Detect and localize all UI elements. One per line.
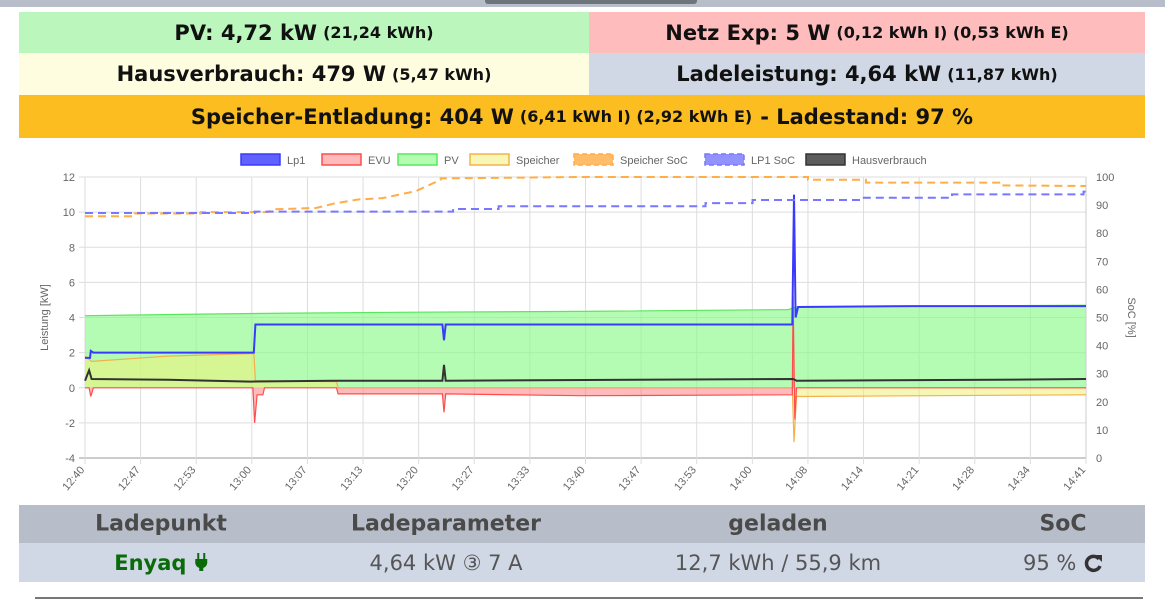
x-tick-label: 12:53 bbox=[172, 464, 199, 493]
battery-value: Speicher-Entladung: 404 W bbox=[190, 104, 514, 129]
x-tick-label: 13:40 bbox=[561, 464, 588, 493]
y2-tick-label: 80 bbox=[1096, 228, 1108, 240]
y2-tick-label: 90 bbox=[1096, 200, 1108, 212]
legend-label: EVU bbox=[368, 155, 391, 167]
collapse-handle[interactable] bbox=[485, 0, 697, 4]
header-soc: SoC bbox=[1039, 511, 1087, 537]
y-axis-label: Leistung [kW] bbox=[39, 284, 51, 351]
x-tick-label: 13:07 bbox=[283, 464, 310, 493]
charge-parameters: 4,64 kW ③ 7 A bbox=[369, 550, 523, 575]
legend-swatch-lp1 bbox=[240, 153, 281, 166]
charge-value: Ladeleistung: 4,64 kW bbox=[676, 62, 942, 86]
y-tick-label: 8 bbox=[69, 242, 75, 254]
legend-swatch-pv bbox=[397, 153, 438, 166]
header-ladeparameter: Ladeparameter bbox=[351, 511, 541, 537]
y2-tick-label: 40 bbox=[1096, 341, 1108, 353]
charge-point-name[interactable]: Enyaq bbox=[114, 551, 208, 575]
x-tick-label: 14:28 bbox=[950, 464, 977, 493]
legend-label: Speicher bbox=[516, 155, 560, 167]
legend-label: PV bbox=[444, 155, 459, 167]
legend-label: LP1 SoC bbox=[751, 155, 795, 167]
grid-energy: (0,12 kWh I) (0,53 kWh E) bbox=[836, 23, 1069, 42]
y2-tick-label: 70 bbox=[1096, 256, 1108, 268]
house-summary: Hausverbrauch: 479 W (5,47 kWh) bbox=[19, 53, 589, 95]
y-tick-label: -4 bbox=[65, 453, 75, 465]
charge-point-label: Enyaq bbox=[114, 550, 187, 575]
x-tick-label: 14:08 bbox=[783, 464, 810, 493]
plug-icon bbox=[194, 552, 207, 571]
pv-value: PV: 4,72 kW bbox=[174, 20, 318, 45]
pv-summary: PV: 4,72 kW (21,24 kWh) bbox=[19, 12, 589, 53]
legend-swatch-speicher-soc bbox=[573, 153, 614, 166]
header-geladen: geladen bbox=[728, 511, 828, 537]
x-tick-label: 14:34 bbox=[1006, 464, 1033, 493]
divider bbox=[35, 597, 1143, 599]
x-tick-label: 13:53 bbox=[672, 464, 699, 493]
x-tick-label: 12:40 bbox=[60, 464, 87, 493]
legend-swatch-hausverbrauch bbox=[805, 153, 846, 166]
charge-summary: Ladeleistung: 4,64 kW (11,87 kWh) bbox=[589, 53, 1145, 95]
pv-energy: (21,24 kWh) bbox=[323, 23, 434, 42]
y-tick-label: 12 bbox=[63, 172, 75, 184]
charge-energy: (11,87 kWh) bbox=[947, 64, 1058, 84]
y2-tick-label: 50 bbox=[1096, 313, 1108, 325]
table-row: Enyaq 4,64 kW ③ 7 A 12,7 kWh / 55,9 km 9… bbox=[19, 543, 1145, 582]
legend-swatch-lp1-soc bbox=[704, 153, 745, 166]
header-ladepunkt: Ladepunkt bbox=[95, 511, 227, 537]
y-tick-label: 4 bbox=[69, 313, 75, 325]
house-value: Hausverbrauch: 479 W bbox=[116, 62, 387, 86]
grid-value: Netz Exp: 5 W bbox=[665, 20, 831, 45]
y2-axis-label: SoC [%] bbox=[1125, 297, 1137, 337]
charged-energy: 12,7 kWh / 55,9 km bbox=[674, 550, 882, 575]
vehicle-soc: 95 % bbox=[1023, 551, 1103, 575]
x-tick-label: 13:33 bbox=[505, 464, 532, 493]
x-tick-label: 14:00 bbox=[728, 464, 755, 493]
x-tick-label: 13:13 bbox=[338, 464, 365, 493]
grid-summary: Netz Exp: 5 W (0,12 kWh I) (0,53 kWh E) bbox=[589, 12, 1145, 53]
legend-label: Lp1 bbox=[287, 155, 305, 167]
house-energy: (5,47 kWh) bbox=[392, 64, 492, 84]
soc-value: 95 % bbox=[1022, 550, 1077, 575]
legend-swatch-speicher bbox=[469, 153, 510, 166]
y-tick-label: 2 bbox=[69, 348, 75, 360]
battery-soc: - Ladestand: 97 % bbox=[760, 104, 974, 129]
power-chart: -4 -2 0 2 4 6 8 10 12 0 10 20 30 40 50 60 70 80 90 100 12:40… bbox=[39, 153, 1137, 493]
battery-summary: Speicher-Entladung: 404 W (6,41 kWh I) (2… bbox=[19, 95, 1145, 138]
y2-tick-label: 10 bbox=[1096, 425, 1108, 437]
table-header: Ladepunkt Ladeparameter geladen SoC bbox=[19, 505, 1145, 543]
y-tick-label: -2 bbox=[65, 418, 75, 430]
y2-tick-label: 20 bbox=[1096, 397, 1108, 409]
y2-tick-label: 60 bbox=[1096, 284, 1108, 296]
battery-energy: (6,41 kWh I) (2,92 kWh E) bbox=[519, 107, 753, 126]
x-tick-label: 12:47 bbox=[116, 464, 143, 493]
x-tick-label: 14:41 bbox=[1061, 464, 1088, 493]
y2-tick-label: 0 bbox=[1096, 453, 1102, 465]
y-tick-label: 0 bbox=[69, 383, 75, 395]
legend-label: Hausverbrauch bbox=[852, 155, 927, 167]
y2-tick-label: 30 bbox=[1096, 369, 1108, 381]
x-tick-label: 13:27 bbox=[450, 464, 477, 493]
x-tick-label: 13:47 bbox=[617, 464, 644, 493]
refresh-icon[interactable] bbox=[1083, 553, 1103, 573]
x-tick-label: 13:00 bbox=[227, 464, 254, 493]
legend-swatch-evu bbox=[321, 153, 362, 166]
y-tick-label: 6 bbox=[69, 277, 75, 289]
legend-label: Speicher SoC bbox=[620, 155, 688, 167]
y-tick-label: 10 bbox=[63, 207, 75, 219]
x-tick-label: 14:14 bbox=[839, 464, 866, 493]
y2-tick-label: 100 bbox=[1096, 172, 1114, 184]
x-tick-label: 14:21 bbox=[895, 464, 922, 493]
x-tick-label: 13:20 bbox=[394, 464, 421, 493]
